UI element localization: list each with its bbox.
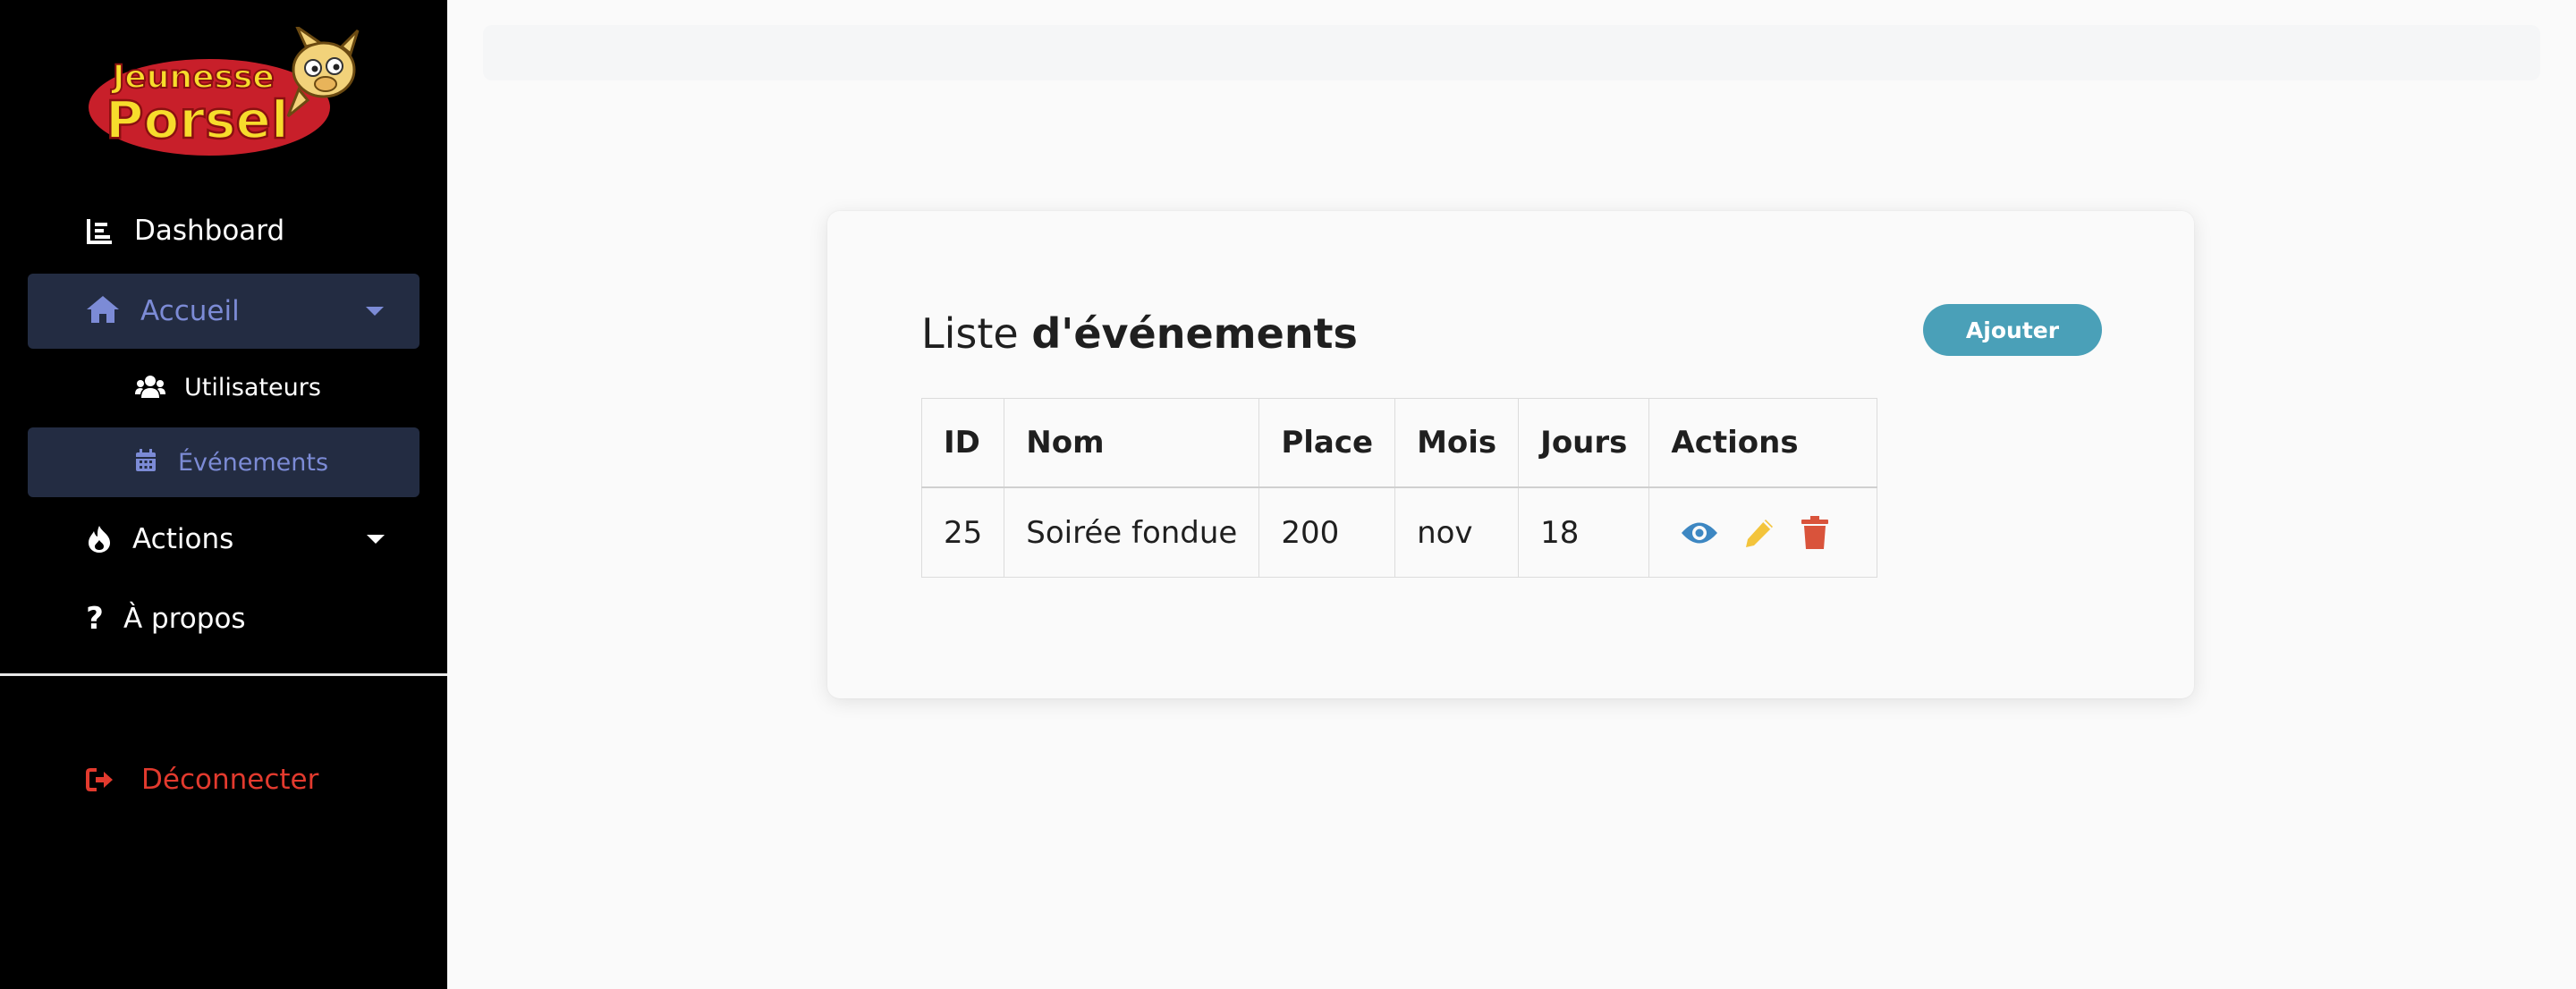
sidebar-item-accueil[interactable]: Accueil xyxy=(28,274,419,349)
sidebar-item-evenements[interactable]: Événements xyxy=(28,427,419,497)
events-table: ID Nom Place Mois Jours Actions 25 Soiré… xyxy=(920,398,1878,578)
chart-bar-icon xyxy=(86,217,114,244)
column-header-place: Place xyxy=(1258,398,1396,488)
row-actions xyxy=(1671,515,1855,551)
cell-place: 200 xyxy=(1258,486,1396,578)
fire-icon xyxy=(86,525,113,554)
cell-nom: Soirée fondue xyxy=(1004,486,1260,578)
view-eye-icon[interactable] xyxy=(1680,520,1719,546)
cell-actions xyxy=(1648,486,1878,578)
top-bar xyxy=(483,25,2540,80)
column-header-nom: Nom xyxy=(1004,398,1260,488)
calendar-icon xyxy=(135,449,158,476)
column-header-id: ID xyxy=(920,398,1005,488)
sidebar-item-label: Actions xyxy=(132,523,234,555)
sidebar-item-label: Événements xyxy=(178,448,329,477)
column-header-actions: Actions xyxy=(1648,398,1878,488)
logo-image: Jeunesse Porsel xyxy=(89,27,360,156)
sidebar-item-label: À propos xyxy=(123,603,246,635)
sidebar-item-actions[interactable]: Actions xyxy=(0,503,447,575)
column-header-jours: Jours xyxy=(1518,398,1650,488)
column-header-mois: Mois xyxy=(1394,398,1520,488)
sidebar-divider xyxy=(0,673,447,676)
users-icon xyxy=(134,375,166,400)
question-icon: ? xyxy=(86,601,104,637)
edit-pencil-icon[interactable] xyxy=(1742,516,1776,550)
cell-mois: nov xyxy=(1394,486,1520,578)
cell-id: 25 xyxy=(920,486,1005,578)
sign-out-icon xyxy=(86,767,114,792)
logout-button[interactable]: Déconnecter xyxy=(0,744,447,816)
sidebar: Jeunesse Porsel Dashboard Accueil Utilis… xyxy=(0,0,447,989)
chevron-down-icon xyxy=(367,535,385,544)
logout-label: Déconnecter xyxy=(141,764,319,796)
table-row: 25 Soirée fondue 200 nov 18 xyxy=(920,486,1878,578)
sidebar-item-label: Dashboard xyxy=(134,215,285,247)
page-title: Liste d'événements xyxy=(921,309,1358,358)
home-icon xyxy=(85,294,123,328)
events-card: Liste d'événements Ajouter ID Nom Place … xyxy=(827,211,2194,698)
logo-text-bottom: Porsel xyxy=(106,89,289,150)
sidebar-item-label: Utilisateurs xyxy=(184,373,321,402)
sidebar-item-apropos[interactable]: ? À propos xyxy=(0,583,447,655)
delete-trash-icon[interactable] xyxy=(1800,515,1830,551)
add-button[interactable]: Ajouter xyxy=(1923,304,2102,356)
table-header-row: ID Nom Place Mois Jours Actions xyxy=(920,398,1878,488)
cell-jours: 18 xyxy=(1518,486,1650,578)
chevron-down-icon xyxy=(366,307,384,316)
sidebar-item-utilisateurs[interactable]: Utilisateurs xyxy=(0,353,447,421)
sidebar-item-dashboard[interactable]: Dashboard xyxy=(0,195,447,266)
sidebar-item-label: Accueil xyxy=(140,295,240,327)
title-bold: d'événements xyxy=(1031,309,1358,358)
title-prefix: Liste xyxy=(921,309,1019,358)
jeunesse-porsel-logo[interactable]: Jeunesse Porsel xyxy=(86,27,365,159)
